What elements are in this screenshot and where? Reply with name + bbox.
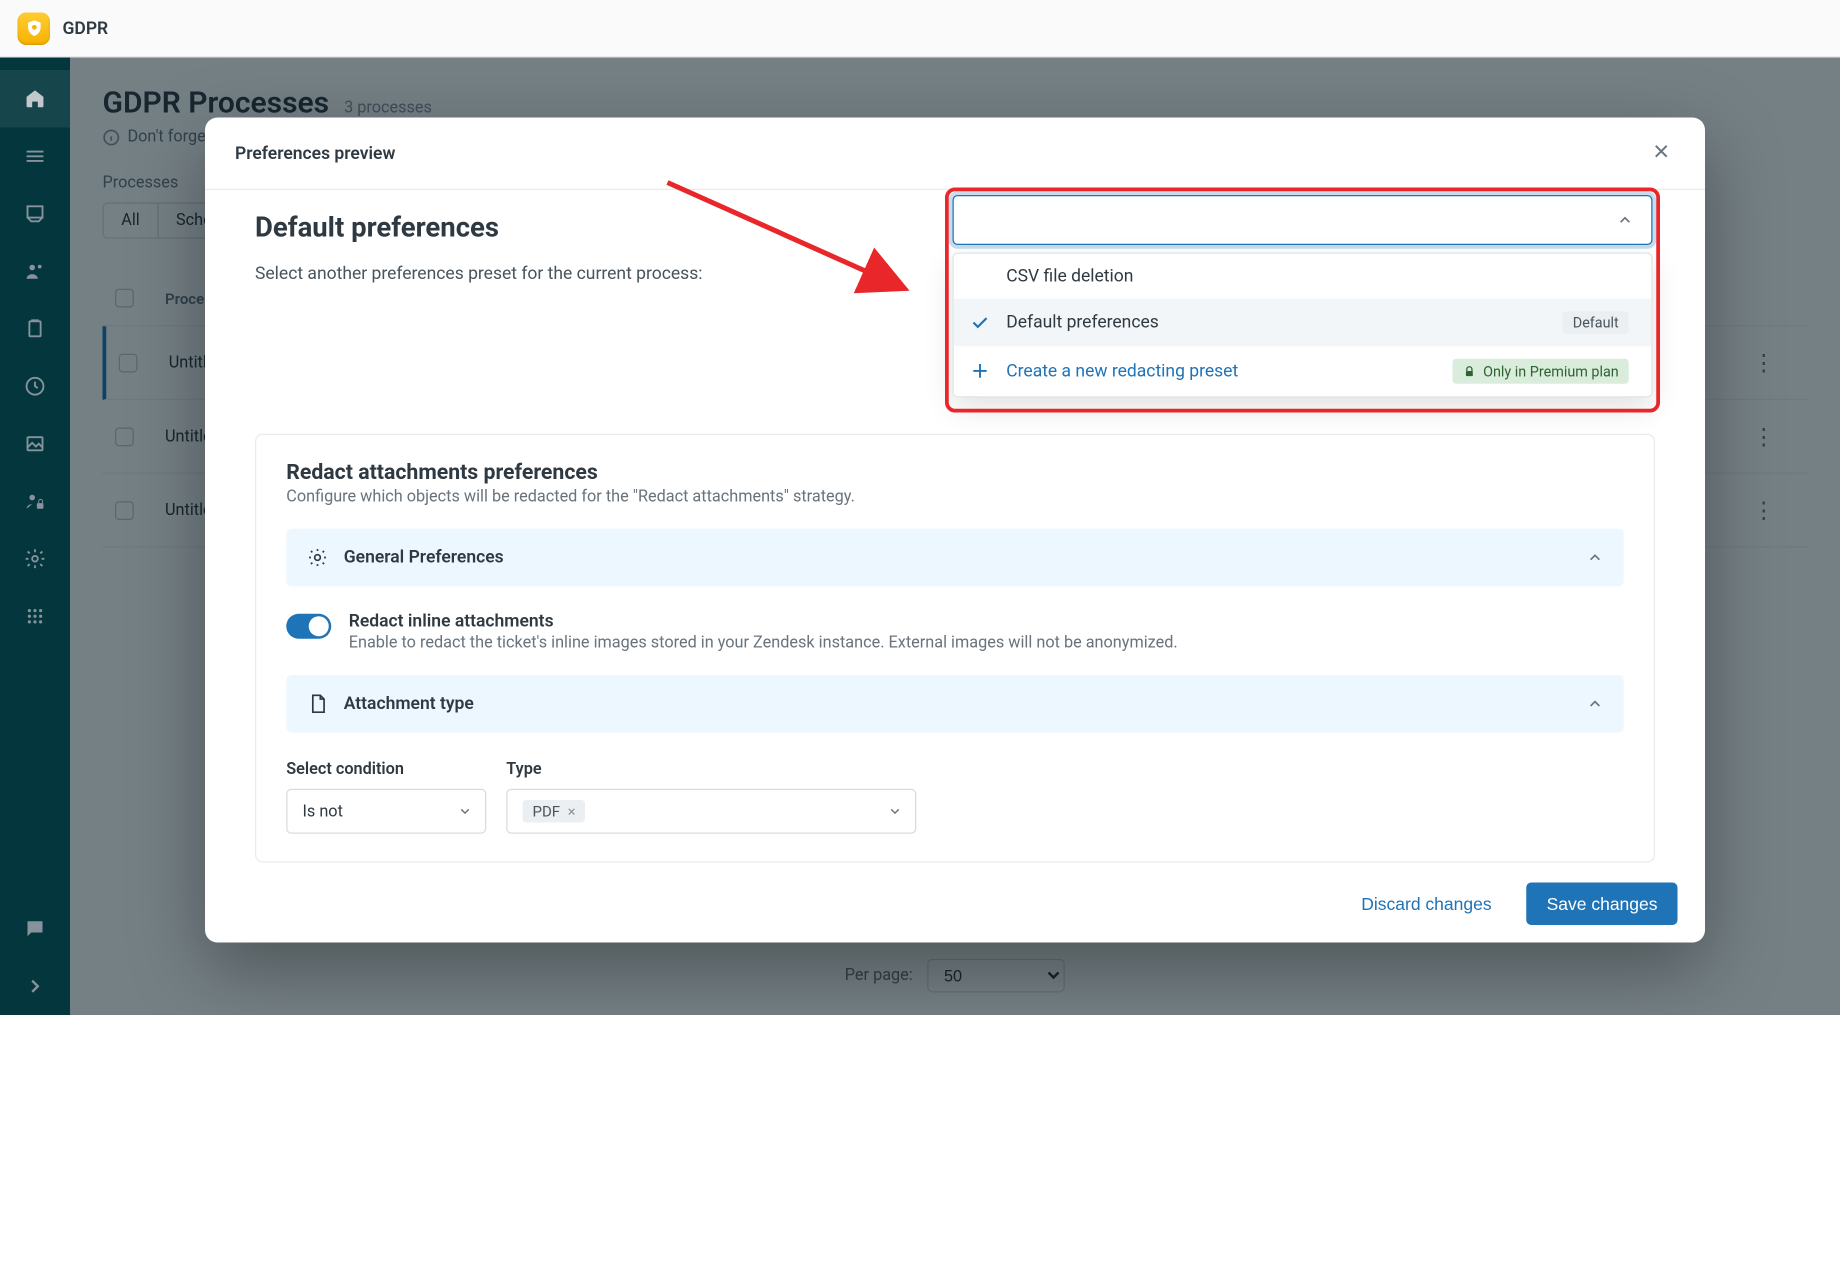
preset-dropdown: CSV file deletion Default preferences De… [953, 195, 1653, 398]
condition-select[interactable]: Is not [286, 789, 486, 834]
chevron-up-icon [1586, 695, 1604, 713]
sidebar [0, 58, 70, 1016]
toggle-description: Enable to redact the ticket's inline ima… [349, 634, 1178, 653]
option-label: Default preferences [1006, 313, 1159, 333]
app-title: GDPR [63, 18, 109, 38]
condition-label: Select condition [286, 760, 486, 779]
remove-pill-icon[interactable]: × [568, 803, 576, 821]
modal-body: Default preferences Select another prefe… [205, 190, 1705, 864]
modal-header: Preferences preview [205, 118, 1705, 191]
type-select[interactable]: PDF × [506, 789, 916, 834]
attachment-type-section[interactable]: Attachment type [286, 675, 1624, 733]
modal-header-title: Preferences preview [235, 143, 395, 163]
preset-option-csv[interactable]: CSV file deletion [954, 254, 1652, 299]
discard-button[interactable]: Discard changes [1341, 883, 1511, 926]
annotation-arrow [655, 190, 968, 320]
modal-overlay: Preferences preview Default preferences … [70, 58, 1840, 1016]
file-icon [306, 693, 329, 716]
card-title: Redact attachments preferences [286, 460, 1624, 485]
sidebar-apps-icon[interactable] [0, 588, 70, 646]
section-title: Attachment type [344, 694, 474, 714]
redact-inline-toggle-row: Redact inline attachments Enable to reda… [286, 611, 1624, 652]
create-preset-link[interactable]: ＋ Create a new redacting preset Only in … [954, 346, 1652, 396]
general-preferences-section[interactable]: General Preferences [286, 529, 1624, 587]
plus-icon: ＋ [971, 359, 989, 384]
topbar: GDPR [0, 0, 1840, 58]
toggle-title: Redact inline attachments [349, 611, 1178, 631]
sidebar-comment-icon[interactable] [0, 900, 70, 958]
preset-option-default[interactable]: Default preferences Default [954, 299, 1652, 347]
preset-select-input[interactable] [953, 195, 1653, 245]
save-button[interactable]: Save changes [1527, 883, 1678, 926]
preferences-modal: Preferences preview Default preferences … [205, 118, 1705, 943]
redact-attachments-card: Redact attachments preferences Configure… [255, 434, 1655, 863]
gear-icon [306, 546, 329, 569]
sidebar-clipboard-icon[interactable] [0, 300, 70, 358]
sidebar-expand-icon[interactable] [0, 958, 70, 1016]
preset-menu: CSV file deletion Default preferences De… [953, 253, 1653, 398]
sidebar-image-icon[interactable] [0, 415, 70, 473]
chevron-down-icon [458, 804, 473, 819]
default-badge: Default [1563, 311, 1629, 334]
sidebar-menu-icon[interactable] [0, 128, 70, 186]
modal-footer: Discard changes Save changes [205, 864, 1705, 943]
toggle-switch[interactable] [286, 614, 331, 639]
sidebar-home-icon[interactable] [0, 70, 70, 128]
chevron-down-icon [888, 804, 903, 819]
premium-badge: Only in Premium plan [1453, 359, 1629, 384]
type-label: Type [506, 760, 916, 779]
option-label: CSV file deletion [1006, 266, 1133, 286]
condition-value: Is not [303, 802, 343, 821]
type-pill: PDF × [523, 800, 586, 823]
sidebar-inbox-icon[interactable] [0, 185, 70, 243]
sidebar-gear-icon[interactable] [0, 530, 70, 588]
close-icon[interactable] [1648, 135, 1676, 171]
app-logo-icon [18, 12, 51, 45]
chevron-up-icon [1586, 549, 1604, 567]
sidebar-user-lock-icon[interactable] [0, 473, 70, 531]
card-subtitle: Configure which objects will be redacted… [286, 488, 1624, 507]
condition-row: Select condition Is not Type PDF × [286, 760, 1624, 834]
section-title: General Preferences [344, 548, 504, 568]
chevron-up-icon [1616, 211, 1634, 229]
sidebar-clock-icon[interactable] [0, 358, 70, 416]
sidebar-users-icon[interactable] [0, 243, 70, 301]
create-label: Create a new redacting preset [1006, 361, 1238, 381]
